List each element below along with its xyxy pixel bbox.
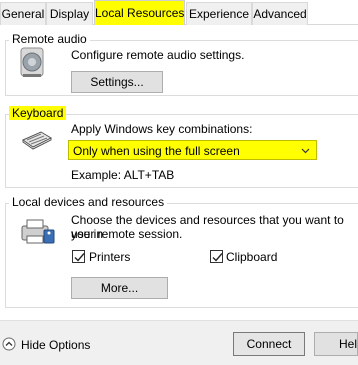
keyboard-icon — [21, 130, 53, 153]
keyboard-title: Keyboard — [9, 106, 67, 120]
tab-general[interactable]: General — [0, 2, 46, 25]
help-button[interactable]: Help — [314, 332, 358, 356]
devices-icon — [20, 216, 56, 249]
tab-advanced[interactable]: Advanced — [252, 2, 308, 25]
more-devices-button[interactable]: More... — [71, 277, 168, 299]
clipboard-checkbox[interactable] — [210, 250, 223, 263]
keyboard-description: Apply Windows key combinations: — [71, 122, 253, 136]
local-devices-description-2: your remote session. — [71, 227, 183, 241]
keyboard-select-value: Only when using the full screen — [73, 144, 240, 158]
keyboard-combination-select[interactable]: Only when using the full screen — [68, 140, 317, 160]
tab-experience[interactable]: Experience — [186, 2, 252, 25]
collapse-up-icon[interactable] — [2, 337, 16, 354]
tab-display[interactable]: Display — [46, 2, 93, 25]
printers-checkbox[interactable] — [72, 250, 85, 263]
tab-local-resources[interactable]: Local Resources — [94, 0, 185, 25]
tab-strip: General Display Local Resources Experien… — [0, 0, 358, 26]
audio-settings-button[interactable]: Settings... — [71, 71, 163, 93]
speaker-icon — [19, 46, 47, 81]
chevron-down-icon — [301, 144, 310, 158]
printers-label[interactable]: Printers — [89, 250, 130, 264]
keyboard-example: Example: ALT+TAB — [71, 168, 175, 182]
remote-audio-description: Configure remote audio settings. — [71, 48, 245, 62]
remote-audio-title: Remote audio — [9, 32, 90, 46]
hide-options-link[interactable]: Hide Options — [21, 338, 90, 352]
connect-button[interactable]: Connect — [233, 332, 305, 356]
clipboard-label[interactable]: Clipboard — [226, 250, 277, 264]
local-devices-title: Local devices and resources — [9, 195, 168, 209]
